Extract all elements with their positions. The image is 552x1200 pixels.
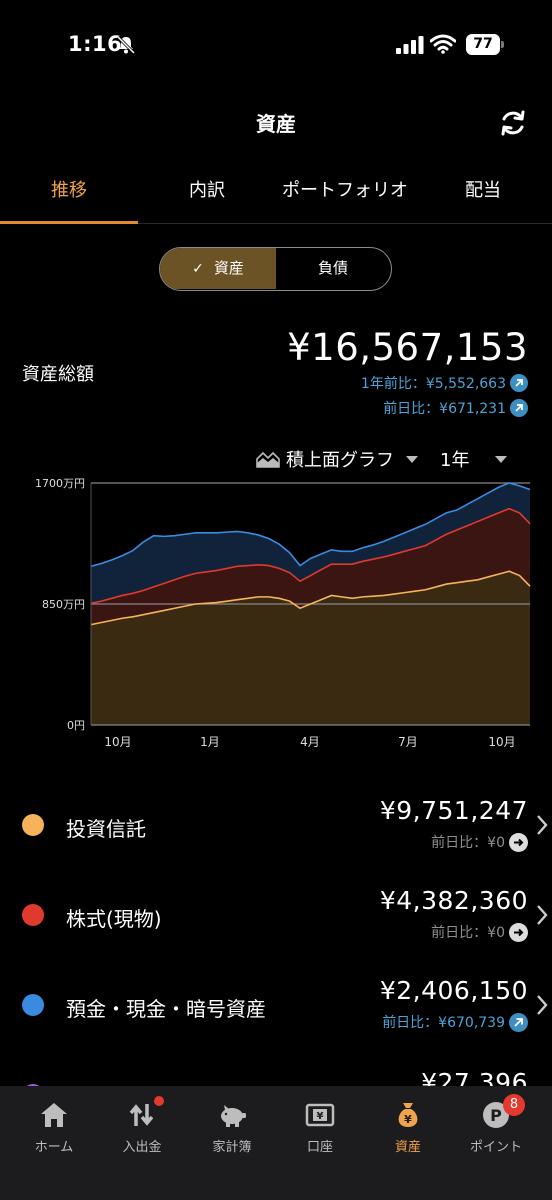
arrow-right-icon xyxy=(509,922,528,942)
asset-amount: ¥9,751,247 xyxy=(379,796,528,825)
bottom-navigation: ホーム 入出金 家計簿 ¥ 口座 ¥ 資産 P 8 ポイント xyxy=(0,1086,552,1200)
tab-portfolio[interactable]: ポートフォリオ xyxy=(270,160,420,224)
asset-name: 投資信託 xyxy=(66,817,146,841)
nav-label: 入出金 xyxy=(122,1140,162,1155)
y-tick-label: 1700万円 xyxy=(35,477,85,490)
asset-row-deposits-cash-crypto[interactable]: 預金・現金・暗号資産 ¥2,406,150 前日比：¥670,739 xyxy=(0,960,552,1050)
svg-text:P: P xyxy=(490,1106,502,1125)
year-change: 1年前比：¥5,552,663 xyxy=(361,373,528,393)
points-badge: 8 xyxy=(503,1094,525,1116)
asset-name: 株式(現物) xyxy=(66,907,162,931)
nav-label: ホーム xyxy=(34,1140,74,1155)
nav-home[interactable]: ホーム xyxy=(8,1086,100,1166)
asset-row-stocks[interactable]: 株式(現物) ¥4,382,360 前日比：¥0 xyxy=(0,870,552,960)
nav-label: 口座 xyxy=(306,1140,333,1155)
y-tick-label: 0円 xyxy=(67,719,85,732)
segment-assets[interactable]: ✓ 資産 xyxy=(160,248,276,289)
stacked-area-icon xyxy=(256,451,280,468)
battery-level: 77 xyxy=(466,34,500,55)
nav-points[interactable]: P 8 ポイント xyxy=(450,1086,542,1166)
asset-amount: ¥4,382,360 xyxy=(379,886,528,915)
tab-breakdown[interactable]: 内訳 xyxy=(138,160,276,224)
nav-label: 資産 xyxy=(394,1140,421,1155)
period-select[interactable]: 1年 xyxy=(440,446,508,472)
segment-assets-label: 資産 xyxy=(213,259,244,277)
battery-icon: 77 xyxy=(466,34,504,55)
status-time: 1:16 xyxy=(68,32,123,56)
nav-assets[interactable]: ¥ 資産 xyxy=(362,1086,454,1166)
year-change-text: 1年前比：¥5,552,663 xyxy=(360,376,506,392)
series-dot xyxy=(22,994,44,1016)
chevron-right-icon xyxy=(537,995,548,1015)
asset-change-text: 前日比：¥0 xyxy=(431,835,505,851)
notification-dot xyxy=(154,1096,164,1106)
chevron-right-icon xyxy=(537,815,548,835)
asset-change-text: 前日比：¥0 xyxy=(431,925,505,941)
asset-row-investment-trust[interactable]: 投資信託 ¥9,751,247 前日比：¥0 xyxy=(0,780,552,870)
nav-label: ポイント xyxy=(469,1140,522,1155)
active-tab-indicator xyxy=(0,221,138,224)
chart-type-select[interactable]: 積上面グラフ xyxy=(256,446,418,472)
svg-text:¥: ¥ xyxy=(317,1111,324,1122)
svg-text:¥: ¥ xyxy=(404,1113,412,1126)
chevron-right-icon xyxy=(537,905,548,925)
x-tick-label: 7月 xyxy=(398,735,418,749)
transfer-icon xyxy=(129,1104,154,1126)
check-icon: ✓ xyxy=(192,261,204,277)
period-label: 1年 xyxy=(440,450,470,471)
arrow-right-icon xyxy=(509,832,528,852)
segment-liabilities[interactable]: 負債 xyxy=(276,248,390,289)
arrow-up-right-icon xyxy=(510,399,528,417)
asset-stacked-area-chart: 1700万円 850万円 0円 10月 1月 4月 7月 10月 xyxy=(35,477,531,749)
page-title: 資産 xyxy=(256,112,296,136)
asset-change-text: 前日比：¥670,739 xyxy=(382,1015,505,1031)
tab-dividend[interactable]: 配当 xyxy=(420,160,546,224)
arrow-up-right-icon xyxy=(509,1012,528,1032)
total-assets-value: ¥16,567,153 xyxy=(287,326,528,369)
tab-bar: 推移 内訳 ポートフォリオ 配当 xyxy=(0,160,552,224)
y-tick-label: 850万円 xyxy=(42,598,85,611)
asset-change: 前日比：¥0 xyxy=(431,832,528,852)
asset-name: 預金・現金・暗号資産 xyxy=(66,997,266,1021)
refresh-icon[interactable] xyxy=(497,107,529,139)
signal-icon xyxy=(396,36,424,54)
day-change: 前日比：¥671,231 xyxy=(383,398,528,418)
series-dot xyxy=(22,814,44,836)
asset-liability-toggle: ✓ 資産 負債 xyxy=(159,247,392,291)
chevron-down-icon xyxy=(495,455,508,463)
total-assets-label: 資産総額 xyxy=(22,364,94,385)
series-dot xyxy=(22,904,44,926)
home-icon xyxy=(41,1103,67,1127)
status-bar: 1:16 77 xyxy=(0,0,552,90)
chart-type-label: 積上面グラフ xyxy=(286,450,394,471)
nav-household-book[interactable]: 家計簿 xyxy=(186,1086,278,1166)
piggy-bank-icon xyxy=(221,1105,246,1127)
x-tick-label: 1月 xyxy=(200,735,220,749)
arrow-up-right-icon xyxy=(510,374,528,392)
x-tick-label: 4月 xyxy=(300,735,320,749)
nav-transfer[interactable]: 入出金 xyxy=(96,1086,188,1166)
nav-label: 家計簿 xyxy=(212,1140,252,1155)
wifi-icon xyxy=(430,34,456,54)
nav-accounts[interactable]: ¥ 口座 xyxy=(274,1086,366,1166)
asset-change: 前日比：¥670,739 xyxy=(382,1012,528,1032)
x-tick-label: 10月 xyxy=(488,735,515,749)
bell-muted-icon xyxy=(116,35,136,55)
bank-account-icon: ¥ xyxy=(305,1103,335,1127)
asset-change: 前日比：¥0 xyxy=(431,922,528,942)
tab-trend[interactable]: 推移 xyxy=(0,160,138,224)
day-change-text: 前日比：¥671,231 xyxy=(383,401,506,417)
asset-amount: ¥2,406,150 xyxy=(379,976,528,1005)
chevron-down-icon xyxy=(406,455,418,463)
money-bag-icon: ¥ xyxy=(398,1103,418,1127)
x-tick-label: 10月 xyxy=(104,735,131,749)
